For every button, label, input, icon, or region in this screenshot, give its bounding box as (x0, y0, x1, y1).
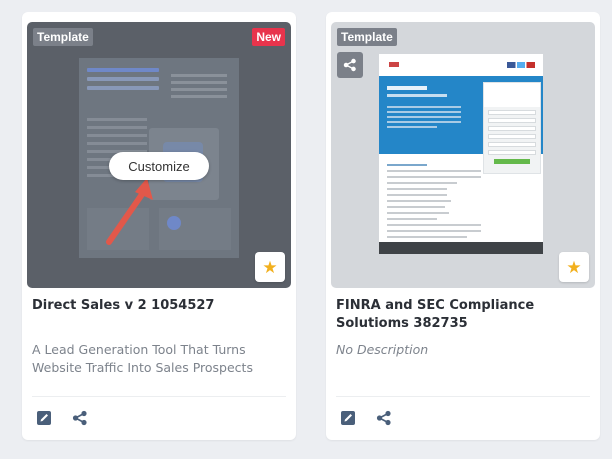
divider (32, 396, 286, 397)
template-card[interactable]: Template ★ FINRA and SEC Compliance Solu… (326, 12, 600, 440)
edit-icon (341, 411, 355, 425)
share-button[interactable] (375, 409, 393, 427)
preview-document (379, 54, 543, 254)
share-icon (376, 410, 391, 426)
shared-indicator (337, 52, 363, 78)
template-badge: Template (337, 28, 397, 46)
divider (336, 396, 590, 397)
share-button[interactable] (71, 409, 89, 427)
star-icon: ★ (262, 257, 278, 277)
share-icon (72, 410, 87, 426)
customize-button[interactable]: Customize (109, 152, 209, 180)
template-title[interactable]: Direct Sales v 2 1054527 (32, 297, 286, 315)
edit-button[interactable] (35, 409, 53, 427)
template-title[interactable]: FINRA and SEC Compliance Solutioms 38273… (336, 297, 590, 333)
template-preview[interactable]: Template New Customize ★ (27, 22, 291, 288)
pointer-arrow-icon (106, 178, 153, 245)
template-preview[interactable]: Template ★ (331, 22, 595, 288)
favorite-button[interactable]: ★ (255, 252, 285, 282)
template-card[interactable]: Template New Customize ★ Direct Sales v … (22, 12, 296, 440)
template-description: A Lead Generation Tool That Turns Websit… (32, 342, 253, 375)
template-description: No Description (336, 342, 429, 357)
edit-icon (37, 411, 51, 425)
favorite-button[interactable]: ★ (559, 252, 589, 282)
new-badge: New (252, 28, 285, 46)
share-icon (343, 58, 356, 72)
template-badge: Template (33, 28, 93, 46)
edit-button[interactable] (339, 409, 357, 427)
star-icon: ★ (566, 257, 582, 277)
